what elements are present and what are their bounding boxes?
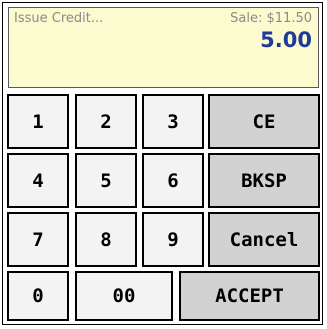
key-00[interactable]: 00 xyxy=(75,271,173,321)
key-2[interactable]: 2 xyxy=(75,94,137,149)
cancel-button[interactable]: Cancel xyxy=(208,212,320,267)
key-4[interactable]: 4 xyxy=(7,153,69,208)
transaction-label: Issue Credit... xyxy=(14,11,104,26)
ce-button[interactable]: CE xyxy=(208,94,320,149)
backspace-button[interactable]: BKSP xyxy=(208,153,320,208)
key-8[interactable]: 8 xyxy=(75,212,137,267)
sale-amount: Sale: $11.50 xyxy=(230,11,312,26)
key-1[interactable]: 1 xyxy=(7,94,69,149)
credit-keypad-panel: Issue Credit... Sale: $11.50 5.00 1 2 3 … xyxy=(2,2,323,325)
entered-amount: 5.00 xyxy=(260,28,312,52)
key-3[interactable]: 3 xyxy=(142,94,204,149)
key-7[interactable]: 7 xyxy=(7,212,69,267)
key-0[interactable]: 0 xyxy=(7,271,69,321)
amount-display: Issue Credit... Sale: $11.50 5.00 xyxy=(8,7,319,88)
key-6[interactable]: 6 xyxy=(142,153,204,208)
accept-button[interactable]: ACCEPT xyxy=(179,271,320,321)
key-9[interactable]: 9 xyxy=(142,212,204,267)
key-5[interactable]: 5 xyxy=(75,153,137,208)
